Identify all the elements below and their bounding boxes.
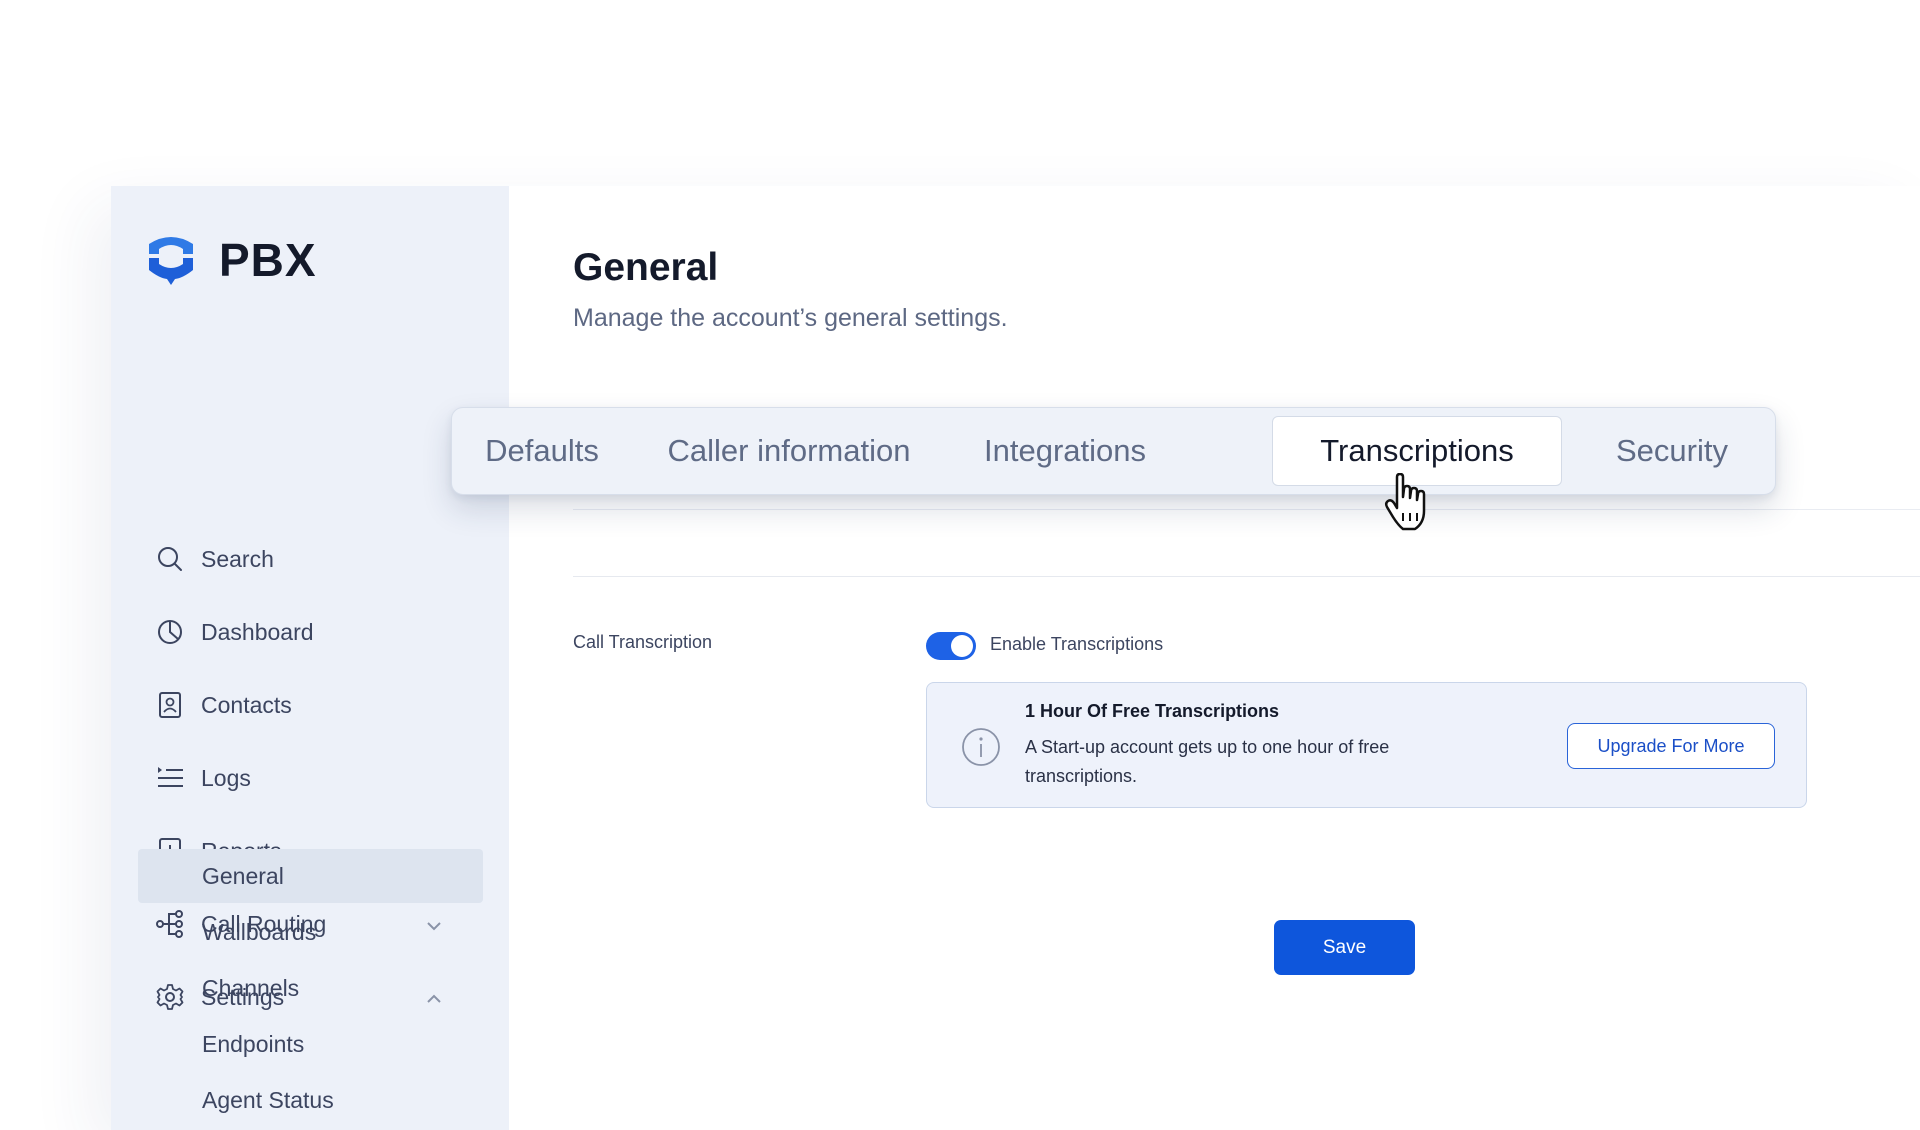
- card-body: A Start-up account gets up to one hour o…: [1025, 737, 1390, 786]
- enable-transcriptions-toggle[interactable]: [926, 632, 976, 660]
- brand-logo[interactable]: PBX: [143, 232, 317, 288]
- upgrade-for-more-button[interactable]: Upgrade For More: [1567, 723, 1775, 769]
- divider: [573, 576, 1920, 577]
- sidebar-item-logs[interactable]: Logs: [155, 754, 475, 802]
- divider: [573, 509, 1920, 510]
- call-transcription-label: Call Transcription: [573, 632, 713, 652]
- card-title: 1 Hour Of Free Transcriptions: [1025, 701, 1280, 721]
- pbx-logo-icon: [149, 237, 193, 285]
- page-title: General: [573, 246, 719, 289]
- sidebar-item-contacts[interactable]: Contacts: [155, 681, 475, 729]
- sidebar-sub-item-channels[interactable]: Channels: [138, 961, 483, 1015]
- toggle-label: Enable Transcriptions: [990, 634, 1164, 654]
- info-icon: [961, 727, 1001, 772]
- hand-pointer-icon: [1383, 472, 1435, 538]
- free-transcriptions-card: 1 Hour Of Free Transcriptions A Start-up…: [926, 682, 1807, 808]
- toggle-knob: [951, 635, 973, 657]
- list-icon: [155, 763, 185, 793]
- sidebar-sub-item-general[interactable]: General: [138, 849, 483, 903]
- sidebar-sub-item-endpoints[interactable]: Endpoints: [138, 1017, 483, 1071]
- tab-caller-information[interactable]: Caller information: [648, 416, 930, 486]
- save-button[interactable]: Save: [1274, 920, 1415, 975]
- sidebar-item-label: Dashboard: [201, 618, 314, 645]
- sidebar-item-dashboard[interactable]: Dashboard: [155, 608, 475, 656]
- sidebar-item-label: Search: [201, 545, 274, 572]
- tab-integrations[interactable]: Integrations: [958, 416, 1172, 486]
- sidebar: PBX Search Dashboard Contacts Logs Call …: [111, 186, 509, 1130]
- sidebar-item-search[interactable]: Search: [155, 535, 475, 583]
- pie-chart-icon: [155, 617, 185, 647]
- settings-tabs: Defaults Caller information Integrations…: [451, 407, 1776, 495]
- app-window: PBX Search Dashboard Contacts Logs Call …: [111, 186, 1920, 1130]
- brand-name: PBX: [219, 234, 317, 286]
- tab-security[interactable]: Security: [1582, 416, 1762, 486]
- sidebar-sub-item-agent-status[interactable]: Agent Status: [138, 1073, 483, 1127]
- tab-defaults[interactable]: Defaults: [460, 416, 624, 486]
- sidebar-item-label: Contacts: [201, 691, 292, 718]
- main-content: General Manage the account’s general set…: [509, 186, 1920, 1130]
- sidebar-item-label: Logs: [201, 764, 251, 791]
- contact-book-icon: [155, 690, 185, 720]
- page-subtitle: Manage the account’s general settings.: [573, 304, 1008, 332]
- search-icon: [155, 544, 185, 574]
- sidebar-sub-item-wallboards[interactable]: Wallboards: [138, 905, 483, 959]
